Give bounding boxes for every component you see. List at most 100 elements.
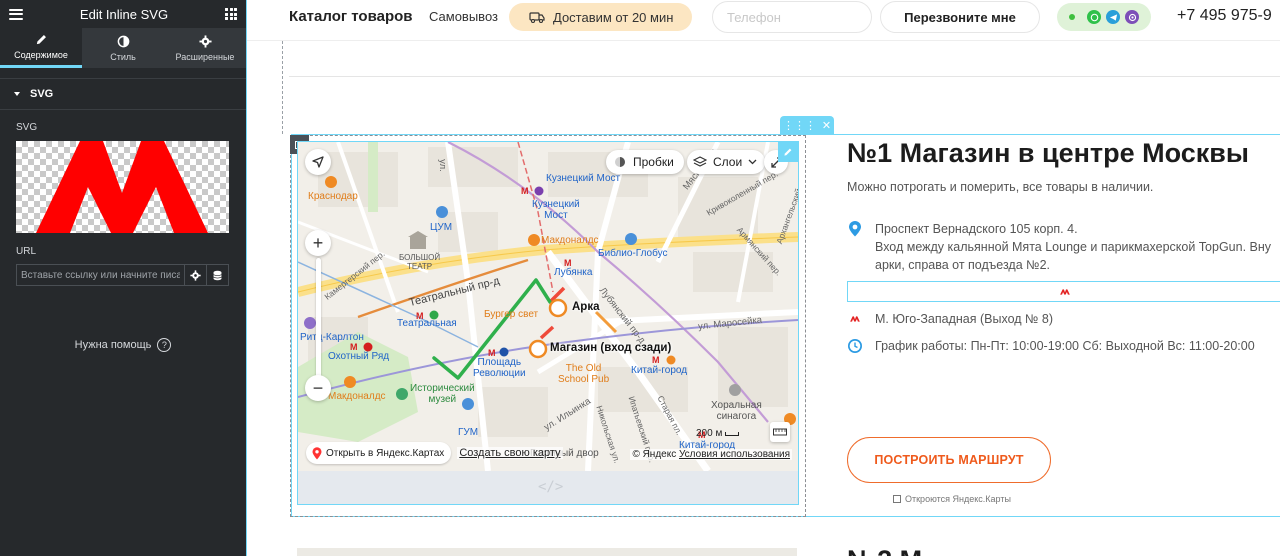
pickup-link[interactable]: Самовывоз	[429, 9, 498, 24]
metro-logo-icon	[847, 310, 863, 328]
next-shop-map[interactable]	[297, 548, 797, 556]
hours-text: График работы: Пн-Пт: 10:00-19:00 Сб: Вы…	[875, 339, 1255, 353]
map-label: ЦУМ	[430, 222, 453, 233]
layers-button[interactable]: Слои	[687, 150, 766, 174]
map-label: Площадь Революции	[473, 357, 526, 379]
geolocation-button[interactable]	[305, 149, 331, 175]
pencil-icon	[784, 148, 792, 156]
site-header: Каталог товаров Самовывоз Доставим от 20…	[247, 0, 1280, 41]
create-map-link[interactable]: Создать свою карту	[457, 447, 563, 459]
url-dynamic-button[interactable]	[206, 265, 228, 285]
svg-preview[interactable]	[16, 141, 229, 233]
map-label: Ритц-Карлтон	[300, 332, 364, 343]
map-label: Китай-город	[631, 365, 688, 376]
delivery-badge[interactable]: Доставим от 20 мин	[509, 3, 692, 31]
help-label: Нужна помощь	[74, 339, 152, 351]
next-shop-title: №2 М	[847, 545, 922, 556]
tab-advanced[interactable]: Расширенные	[164, 28, 246, 68]
map-pin-icon	[312, 446, 322, 459]
traffic-light-icon	[615, 157, 625, 167]
arch-point-label[interactable]: Арка	[572, 301, 599, 313]
map-scale: 200 м	[696, 428, 740, 439]
yandex-map[interactable]: MMM MMM M Кузнецкий Мост Кузнецкий Мост …	[298, 142, 798, 471]
address-row: Проспект Вернадского 105 корп. 4. Вход м…	[847, 220, 1271, 274]
address-line: Проспект Вернадского 105 корп. 4.	[875, 222, 1078, 236]
menu-icon[interactable]	[9, 8, 23, 20]
callback-button[interactable]: Перезвоните мне	[880, 1, 1040, 33]
map-label: Исторический музей	[410, 383, 475, 405]
open-in-yandex-button[interactable]: Открыть в Яндекс.Картах	[306, 442, 452, 464]
section-svg-toggle[interactable]: SVG	[0, 78, 246, 110]
url-input[interactable]	[17, 265, 184, 285]
gear-icon	[198, 34, 212, 48]
map-label: Театральная	[397, 318, 457, 329]
pencil-icon	[36, 35, 46, 45]
column-guide	[282, 41, 283, 134]
ruler-button[interactable]	[770, 422, 790, 442]
editor-tabs: Содержимое Стиль Расширенные	[0, 28, 246, 68]
map-label: Макдоналдс	[541, 235, 599, 246]
scale-bar	[725, 431, 740, 436]
clock-icon	[847, 337, 863, 355]
url-field-label: URL	[16, 246, 37, 257]
half-circle-icon	[117, 35, 129, 47]
route-note-label: Откроются Яндекс.Карты	[905, 494, 1011, 504]
terms-link[interactable]: Условия использования	[679, 449, 790, 460]
svg-text:M: M	[521, 186, 529, 196]
catalog-link[interactable]: Каталог товаров	[289, 8, 413, 25]
shop-description: Можно потрогать и померить, все товары в…	[847, 180, 1154, 194]
map-label: Краснодар	[308, 191, 358, 202]
map-label: ул.	[436, 159, 448, 172]
zoom-in-button[interactable]: +	[305, 230, 331, 256]
edit-widget-button[interactable]	[778, 142, 798, 162]
apps-grid-icon[interactable]	[225, 8, 237, 20]
viber-icon[interactable]	[1125, 10, 1139, 24]
map-label: ГУМ	[458, 427, 479, 438]
whatsapp-icon[interactable]	[1087, 10, 1101, 24]
traffic-button[interactable]: Пробки	[606, 150, 684, 174]
metro-svg-widget[interactable]	[847, 281, 1280, 302]
map-copyright: © Яндекс Условия использования	[630, 449, 792, 460]
telegram-icon[interactable]	[1106, 10, 1120, 24]
shop-point-label[interactable]: Магазин (вход сзади)	[550, 342, 671, 354]
location-arrow-icon	[312, 156, 324, 168]
close-icon[interactable]: ✕	[822, 119, 831, 132]
gear-icon	[190, 269, 201, 281]
divider	[289, 76, 1280, 77]
truck-icon	[529, 12, 545, 24]
online-dot-icon	[1069, 14, 1075, 20]
header-phone[interactable]: +7 495 975-9	[1177, 7, 1272, 25]
metro-text: М. Юго-Западная (Выход № 8)	[875, 312, 1054, 326]
tab-advanced-label: Расширенные	[175, 51, 235, 62]
url-settings-button[interactable]	[184, 265, 206, 285]
location-pin-icon	[847, 220, 863, 238]
scale-label: 200 м	[696, 428, 723, 439]
caret-down-icon	[14, 92, 20, 96]
inline-svg-widget[interactable]: MMM MMM M Кузнецкий Мост Кузнецкий Мост …	[297, 141, 799, 505]
tab-style-label: Стиль	[110, 51, 136, 62]
database-icon	[213, 270, 222, 280]
drag-handle-icon[interactable]: ⋮⋮⋮	[783, 119, 816, 132]
layers-icon	[693, 156, 707, 167]
metro-logo-preview	[36, 141, 208, 233]
map-bottom-bar: Открыть в Яндекс.Картах Создать свою кар…	[306, 442, 563, 464]
shop-title: №1 Магазин в центре Москвы	[847, 138, 1249, 168]
map-label: Охотный Ряд	[328, 351, 390, 362]
zoom-out-button[interactable]: −	[305, 375, 331, 401]
tab-style[interactable]: Стиль	[82, 28, 164, 68]
phone-input[interactable]	[712, 1, 872, 33]
copyright-label: © Яндекс	[632, 449, 677, 460]
section-handle[interactable]: ⋮⋮⋮ ✕	[780, 116, 834, 134]
help-link[interactable]: Нужна помощь ?	[0, 338, 246, 352]
delivery-label: Доставим от 20 мин	[553, 9, 674, 25]
zoom-slider[interactable]	[316, 258, 321, 378]
map-label: Кузнецкий Мост	[532, 199, 580, 221]
address-text: Проспект Вернадского 105 корп. 4. Вход м…	[875, 220, 1271, 274]
map-label: Кузнецкий Мост	[546, 173, 621, 184]
traffic-label: Пробки	[633, 155, 674, 169]
tab-content[interactable]: Содержимое	[0, 28, 82, 68]
build-route-button[interactable]: ПОСТРОИТЬ МАРШРУТ	[847, 437, 1051, 483]
editor-sidebar: Edit Inline SVG Содержимое Стиль Расшире…	[0, 0, 246, 556]
section-title: SVG	[30, 88, 54, 100]
hours-row: График работы: Пн-Пт: 10:00-19:00 Сб: Вы…	[847, 337, 1255, 355]
